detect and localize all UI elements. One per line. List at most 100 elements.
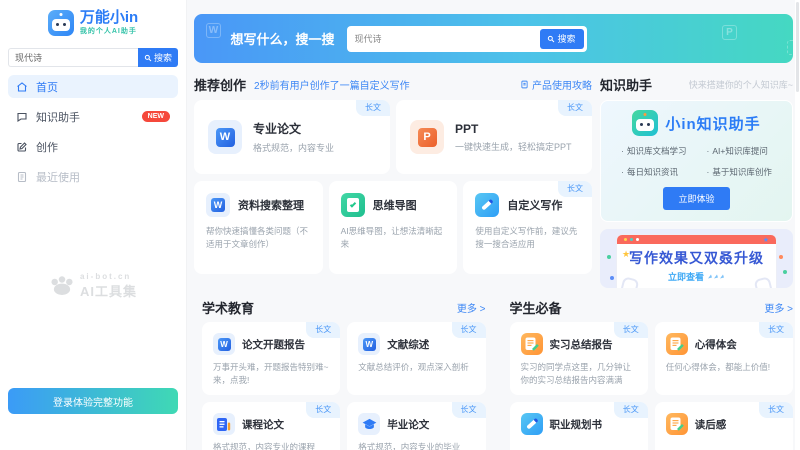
report-doc-icon bbox=[666, 333, 688, 355]
card-text: PPT 一键快速生成，轻松搞定PPT bbox=[455, 122, 572, 153]
app-card-research-organize[interactable]: W 资料搜索整理 帮你快速搞懂各类问题（不适用于文章创作） bbox=[194, 181, 323, 274]
course-doc-icon bbox=[213, 413, 235, 435]
hero-search-button[interactable]: 搜索 bbox=[540, 29, 584, 49]
long-text-badge: 长文 bbox=[452, 322, 486, 338]
pen-icon bbox=[521, 413, 543, 435]
app-card-course-paper[interactable]: 长文 课程论文 格式规范，内容专业的课程 bbox=[202, 402, 340, 450]
card-title: 专业论文 bbox=[253, 120, 334, 137]
scrollbar-track[interactable] bbox=[795, 0, 800, 450]
app-card-career-plan[interactable]: 长文 职业规划书 bbox=[510, 402, 648, 450]
app-card-internship-report[interactable]: 长文 实习总结报告 实习的同学点这里，几分钟让你的实习总结报告内容满满 bbox=[510, 322, 648, 395]
long-text-badge: 长文 bbox=[759, 402, 793, 418]
watermark: ai-bot.cn AI工具集 bbox=[0, 272, 186, 300]
word-icon: W bbox=[206, 193, 230, 217]
card-desc: 格式规范，内容专业的毕业 bbox=[358, 441, 476, 450]
content-columns: 推荐创作 2秒前有用户创作了一篇自定义写作 产品使用攻略 长文 W 专业论文 bbox=[194, 74, 793, 288]
app-card-literature-review[interactable]: 长文 W 文献综述 文献总结评价，观点深入剖析 bbox=[347, 322, 485, 395]
scrollbar-thumb[interactable] bbox=[796, 2, 799, 92]
robot-logo-icon bbox=[48, 10, 74, 36]
recommend-header: 推荐创作 2秒前有用户创作了一篇自定义写作 产品使用攻略 bbox=[194, 74, 592, 94]
app-card-professional-paper[interactable]: 长文 W 专业论文 格式规范，内容专业 bbox=[194, 100, 390, 174]
app-card-graduation-thesis[interactable]: 长文 毕业论文 格式规范，内容专业的毕业 bbox=[347, 402, 485, 450]
app-card-custom-writing[interactable]: 长文 自定义写作 使用自定义写作前，建议先搜一搜合适应用 bbox=[463, 181, 592, 274]
recommend-row2: W 资料搜索整理 帮你快速搞懂各类问题（不适用于文章创作） 思维导图 AI思维导… bbox=[194, 181, 592, 274]
sidebar-item-label: 最近使用 bbox=[36, 169, 80, 185]
login-button[interactable]: 登录体验完整功能 bbox=[8, 388, 178, 414]
window-dot bbox=[624, 238, 627, 241]
app-card-ppt[interactable]: 长文 P PPT 一键快速生成，轻松搞定PPT bbox=[396, 100, 592, 174]
promo-browser-window: 写作效果又双叒升级 立即查看 bbox=[617, 235, 776, 288]
recent-doc-icon bbox=[16, 171, 28, 183]
card-desc: 格式规范，内容专业的课程 bbox=[213, 441, 331, 450]
section-header: 学生必备 更多 > bbox=[510, 299, 794, 315]
card-desc: 一键快速生成，轻松搞定PPT bbox=[455, 140, 572, 153]
home-icon bbox=[16, 81, 28, 93]
app-card-reading-review[interactable]: 长文 读后感 bbox=[655, 402, 793, 450]
long-text-badge: 长文 bbox=[356, 100, 390, 116]
try-now-button[interactable]: 立即体验 bbox=[663, 187, 729, 210]
edit-icon bbox=[16, 141, 28, 153]
knowledge-feature: 每日知识资讯 bbox=[621, 166, 686, 178]
promo-window-bar bbox=[617, 235, 776, 244]
sidebar-search-button[interactable]: 搜索 bbox=[138, 48, 178, 67]
knowledge-card-title: 小in知识助手 bbox=[665, 113, 760, 134]
app-card-thesis-proposal[interactable]: 长文 W 论文开题报告 万事开头难，开题报告特别难~来，点我! bbox=[202, 322, 340, 395]
sidebar-search: 搜索 bbox=[8, 48, 178, 67]
card-title: 论文开题报告 bbox=[242, 337, 305, 352]
app-tagline: 我的个人AI助手 bbox=[80, 26, 138, 36]
sidebar-search-input[interactable] bbox=[8, 48, 138, 67]
more-link[interactable]: 更多 > bbox=[457, 300, 486, 315]
confetti-dot bbox=[779, 255, 783, 259]
sidebar-item-label: 创作 bbox=[36, 139, 58, 155]
search-icon bbox=[144, 54, 152, 62]
arrows-icon bbox=[707, 273, 725, 280]
app-card-reflection[interactable]: 长文 心得体会 任何心得体会，都能上价值! bbox=[655, 322, 793, 395]
sidebar-item-home[interactable]: 首页 bbox=[8, 75, 178, 98]
knowledge-feature: 基于知识库创作 bbox=[707, 166, 772, 178]
knowledge-assistant-card: 小in知识助手 知识库文档学习 AI+知识库提问 每日知识资讯 基于知识库创作 … bbox=[600, 100, 793, 222]
recommend-title: 推荐创作 bbox=[194, 75, 246, 94]
card-desc: 实习的同学点这里，几分钟让你的实习总结报告内容满满 bbox=[521, 361, 639, 387]
confetti-dot bbox=[783, 270, 787, 274]
upgrade-promo-banner[interactable]: 写作效果又双叒升级 立即查看 ★ ★ bbox=[600, 229, 793, 288]
card-title: 职业规划书 bbox=[550, 417, 603, 432]
word-icon: W bbox=[213, 333, 235, 355]
sidebar-menu: 首页 知识助手 NEW 创作 最近使用 bbox=[8, 75, 178, 188]
app-logo-text: 万能小in 我的个人AI助手 bbox=[80, 10, 138, 37]
knowledge-feature: 知识库文档学习 bbox=[621, 145, 686, 157]
sidebar-search-label: 搜索 bbox=[154, 51, 172, 64]
hero-search-input[interactable] bbox=[355, 34, 540, 44]
sidebar-item-create[interactable]: 创作 bbox=[8, 135, 178, 158]
long-text-badge: 长文 bbox=[558, 181, 592, 197]
more-link[interactable]: 更多 > bbox=[764, 300, 793, 315]
sidebar-item-recent[interactable]: 最近使用 bbox=[8, 165, 178, 188]
card-title: 资料搜索整理 bbox=[238, 197, 304, 213]
new-badge: NEW bbox=[142, 111, 170, 122]
card-desc: 任何心得体会，都能上价值! bbox=[666, 361, 784, 374]
knowledge-section: 知识助手 快来搭建你的个人知识库~ 小in知识助手 知识库文档学习 AI+知识库… bbox=[600, 74, 793, 288]
promo-cta: 立即查看 bbox=[617, 270, 776, 283]
card-title: 自定义写作 bbox=[507, 197, 562, 213]
promo-cta-label: 立即查看 bbox=[668, 270, 704, 283]
card-title: PPT bbox=[455, 122, 572, 136]
sidebar-item-label: 知识助手 bbox=[36, 109, 80, 125]
search-icon bbox=[547, 35, 555, 43]
long-text-badge: 长文 bbox=[452, 402, 486, 418]
card-title: 文献综述 bbox=[387, 337, 429, 352]
promo-title: 写作效果又双叒升级 bbox=[617, 248, 776, 268]
card-desc: 使用自定义写作前，建议先搜一搜合适应用 bbox=[475, 225, 582, 251]
main-content: W P 想写什么，搜一搜 搜索 推荐创作 2秒前有用户创作了一篇自定义写作 bbox=[187, 0, 800, 450]
product-guide-label: 产品使用攻略 bbox=[532, 77, 592, 92]
app-root: 万能小in 我的个人AI助手 搜索 首页 知识助手 NEW 创 bbox=[0, 0, 800, 450]
product-guide-link[interactable]: 产品使用攻略 bbox=[520, 77, 592, 92]
card-desc: 格式规范，内容专业 bbox=[253, 141, 334, 154]
chat-icon bbox=[16, 111, 28, 123]
sidebar-item-knowledge-assistant[interactable]: 知识助手 NEW bbox=[8, 105, 178, 128]
star-decor-icon: ★ bbox=[763, 236, 769, 244]
knowledge-card-header: 小in知识助手 bbox=[632, 110, 760, 136]
knowledge-feature: AI+知识库提问 bbox=[707, 145, 772, 157]
long-text-badge: 长文 bbox=[614, 402, 648, 418]
sidebar: 万能小in 我的个人AI助手 搜索 首页 知识助手 NEW 创 bbox=[0, 0, 187, 450]
app-card-mindmap[interactable]: 思维导图 AI思维导图，让想法清晰起来 bbox=[329, 181, 458, 274]
card-desc: AI思维导图，让想法清晰起来 bbox=[341, 225, 448, 251]
